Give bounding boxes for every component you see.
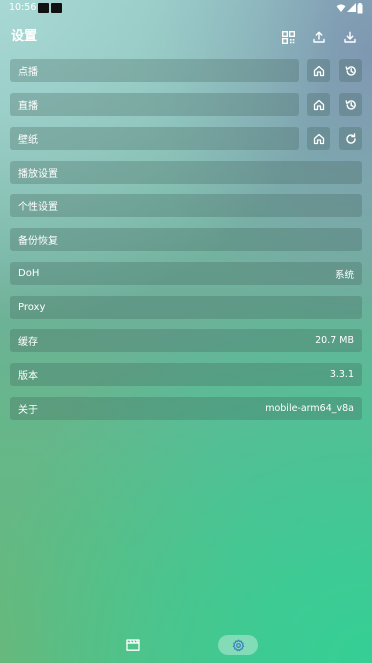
live-home-button[interactable] [307,93,330,116]
gear-icon [232,638,244,651]
home-icon [313,65,324,76]
status-time: 10:56 [9,2,37,13]
vod-setting-row[interactable]: 点播 [10,59,299,82]
version-row[interactable]: 版本 3.3.1 [10,363,362,386]
wallpaper-refresh-button[interactable] [339,127,362,150]
about-label: 关于 [18,405,38,416]
home-icon [313,133,324,144]
doh-value: 系统 [334,269,354,281]
vod-home-button[interactable] [307,59,330,82]
cache-row[interactable]: 缓存 20.7 MB [10,329,362,352]
notification-icon [38,3,49,13]
page-title: 设置 [11,29,38,44]
qr-code-button[interactable] [279,28,297,46]
vod-history-button[interactable] [339,59,362,82]
wallpaper-setting-row[interactable]: 壁纸 [10,127,299,150]
proxy-row[interactable]: Proxy [10,296,362,319]
upload-button[interactable] [310,28,328,46]
wallpaper-home-button[interactable] [307,127,330,150]
refresh-icon [345,132,356,144]
backup-restore-label: 备份恢复 [18,236,58,247]
clapperboard-icon [126,639,140,651]
upload-icon [313,31,325,43]
cache-value: 20.7 MB [315,335,354,346]
doh-label: DoH [18,268,40,279]
history-icon [345,99,356,110]
doh-row[interactable]: DoH 系统 [10,262,362,285]
nav-settings-tab[interactable] [218,635,258,655]
qr-code-icon [281,30,295,44]
home-icon [313,99,324,110]
live-setting-row[interactable]: 直播 [10,93,299,116]
vod-label: 点播 [18,67,38,78]
live-history-button[interactable] [339,93,362,116]
personal-settings-label: 个性设置 [18,202,58,213]
version-value: 3.3.1 [329,369,354,380]
about-value: mobile-arm64_v8a [265,403,354,414]
about-row[interactable]: 关于 mobile-arm64_v8a [10,397,362,420]
download-button[interactable] [341,28,359,46]
player-settings-row[interactable]: 播放设置 [10,161,362,184]
wallpaper-label: 壁纸 [18,135,38,146]
personal-settings-row[interactable]: 个性设置 [10,194,362,217]
version-label: 版本 [18,371,38,382]
status-bar: 10:56 [0,0,372,18]
signal-icon [347,3,356,12]
wifi-icon [336,4,346,12]
download-icon [344,31,356,43]
battery-icon [357,3,363,14]
live-label: 直播 [18,101,38,112]
cache-label: 缓存 [18,337,38,348]
player-settings-label: 播放设置 [18,169,58,180]
history-icon [345,65,356,76]
backup-restore-row[interactable]: 备份恢复 [10,228,362,251]
nav-vod-tab[interactable] [124,637,142,653]
notification-icon [51,3,62,13]
proxy-label: Proxy [18,302,46,313]
